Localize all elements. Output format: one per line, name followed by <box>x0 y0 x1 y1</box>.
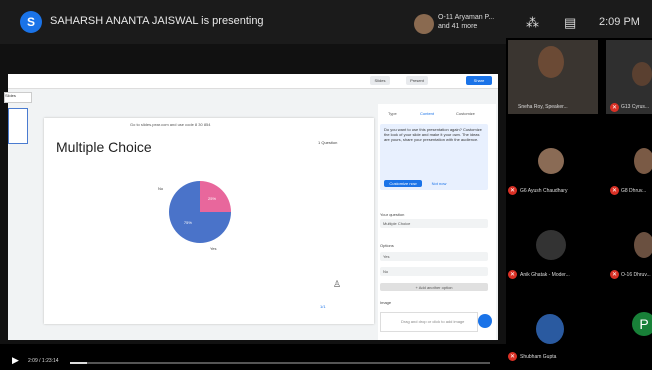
timecode: 2:09 / 1:23:14 <box>28 358 59 364</box>
side-tab-customize[interactable]: Customize <box>456 111 475 116</box>
pie-label-yes: Yes <box>210 246 217 251</box>
toolbar-button-present[interactable]: Present <box>406 76 428 85</box>
image-label: Image <box>380 300 392 305</box>
participants-summary-line2: and 41 more <box>438 23 478 30</box>
mic-off-icon: ✕ <box>508 352 517 361</box>
side-tab-content[interactable]: Content <box>420 111 434 116</box>
toolbar-button-share[interactable]: Share <box>466 76 492 85</box>
toolbar-button-slides[interactable]: Slides <box>370 76 390 85</box>
info-text: Do you want to use this presentation aga… <box>384 127 482 142</box>
side-tab-type[interactable]: Type <box>388 111 397 116</box>
caption-icon[interactable]: ▤ <box>564 15 576 31</box>
play-icon[interactable]: ▶ <box>12 355 19 366</box>
add-option-button[interactable]: + Add another option <box>380 283 488 291</box>
participant-name-6: O-16 Dhruv... <box>621 272 651 278</box>
mic-off-icon: ✕ <box>610 186 619 195</box>
mic-off-icon: ✕ <box>508 186 517 195</box>
clock: 2:09 PM <box>599 16 640 28</box>
participant-avatar-8: P <box>632 312 652 336</box>
pie-chart: 75% 25% <box>169 181 231 243</box>
option-field-2[interactable]: No <box>380 267 488 276</box>
progress-fill <box>70 362 87 364</box>
progress-track[interactable] <box>70 362 490 364</box>
participant-name-1: Sneha Roy, Speaker... <box>518 104 568 110</box>
participant-avatar-5 <box>536 230 566 260</box>
not-now-button[interactable]: Not now <box>426 180 452 187</box>
presenting-label: SAHARSH ANANTA JAISWAL is presenting <box>50 15 264 27</box>
image-dropzone[interactable]: Drag and drop or click to add image <box>380 312 478 332</box>
customize-button[interactable]: Customize now <box>384 180 422 187</box>
option-field-1[interactable]: Yes <box>380 252 488 261</box>
mic-off-icon: ✕ <box>508 270 517 279</box>
participant-name-7: Shubham Gupta <box>520 354 557 360</box>
participants-summary: O-11 Aryaman P... and 41 more <box>438 13 494 31</box>
participant-avatar-6 <box>634 232 652 258</box>
participant-avatar-7 <box>536 314 564 344</box>
option-value-2: No <box>383 269 389 274</box>
slide-title: Multiple Choice <box>56 139 152 155</box>
left-tab[interactable]: Slides <box>4 92 32 103</box>
participants-summary-line1: O-11 Aryaman P... <box>438 14 495 21</box>
player-bar <box>0 344 506 370</box>
grid-icon[interactable]: ⁂ <box>526 15 539 31</box>
participant-avatar <box>414 14 434 34</box>
filmstrip-thumbnail[interactable] <box>8 108 28 144</box>
slide-page-indicator: 1/1 <box>320 304 326 309</box>
image-hint: Drag and drop or click to add image <box>401 319 465 324</box>
options-label: Options <box>380 243 394 248</box>
participant-name-4: G8 Dhruv... <box>621 188 647 194</box>
pie-value-label-1: 25% <box>208 196 216 201</box>
presenter-avatar: S <box>20 11 42 33</box>
participant-name-5: Anik Ghatak - Moder... <box>520 272 570 278</box>
mic-off-icon: ✕ <box>610 103 619 112</box>
participant-name-2: G13 Cyrus... <box>621 104 650 110</box>
participant-name-3: G6 Ayush Chaudhary <box>520 188 568 194</box>
question-value: Multiple Choice <box>383 221 411 226</box>
chat-fab-icon[interactable] <box>478 314 492 328</box>
person-icon: ♙ <box>333 279 342 289</box>
pie-label-no: No <box>158 186 164 191</box>
participant-avatar-3 <box>538 148 564 174</box>
participant-face-1 <box>538 46 564 78</box>
participant-face-2 <box>632 62 652 86</box>
pie-value-label-0: 75% <box>184 220 192 225</box>
slide-join-url: Go to slides.pear.com and use code 8 30 … <box>130 122 211 127</box>
question-label: Your question <box>380 212 405 217</box>
mic-off-icon: ✕ <box>610 270 619 279</box>
question-field[interactable]: Multiple Choice <box>380 219 488 228</box>
slide-tag: 1 Question <box>318 140 338 145</box>
option-value-1: Yes <box>383 254 390 259</box>
participant-avatar-4 <box>634 148 652 174</box>
